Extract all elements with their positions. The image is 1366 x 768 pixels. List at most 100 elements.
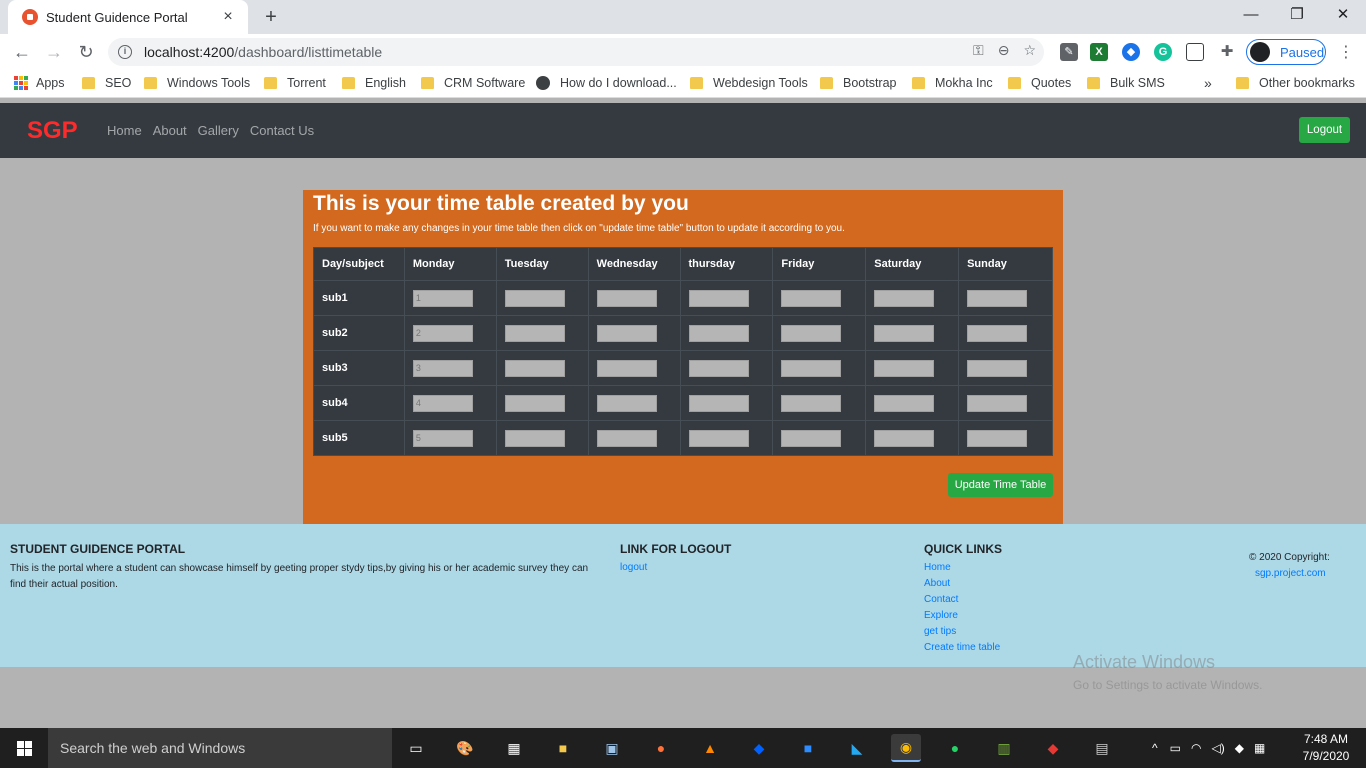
update-time-table-button[interactable]: Update Time Table: [948, 473, 1053, 497]
timetable-input[interactable]: [412, 324, 473, 342]
timetable-input[interactable]: [781, 324, 842, 342]
address-bar[interactable]: i localhost:4200 /dashboard/listtimetabl…: [108, 38, 1044, 66]
wifi-icon[interactable]: ◠: [1191, 741, 1201, 755]
bookmark-folder[interactable]: Quotes: [1008, 76, 1071, 90]
nav-link-contact[interactable]: Contact Us: [250, 123, 314, 138]
timetable-input[interactable]: [967, 429, 1028, 447]
screenshot-extension-icon[interactable]: [1186, 43, 1204, 61]
vscode-icon[interactable]: ◣: [842, 734, 872, 762]
other-bookmarks-folder[interactable]: Other bookmarks: [1236, 76, 1355, 90]
timetable-input[interactable]: [967, 289, 1028, 307]
grammarly-extension-icon[interactable]: G: [1154, 43, 1172, 61]
timetable-input[interactable]: [874, 324, 935, 342]
timetable-input[interactable]: [504, 429, 565, 447]
new-tab-button[interactable]: +: [258, 4, 284, 30]
timetable-input[interactable]: [781, 289, 842, 307]
dropbox-icon[interactable]: ◆: [744, 734, 774, 762]
bookmark-star-icon[interactable]: ☆: [1023, 42, 1036, 59]
forward-arrow-icon[interactable]: →: [40, 38, 68, 66]
footer-link-explore[interactable]: Explore: [924, 610, 958, 621]
eyedropper-extension-icon[interactable]: ✎: [1060, 43, 1078, 61]
dropbox-tray-icon[interactable]: ◆: [1235, 741, 1244, 755]
timetable-input[interactable]: [596, 429, 657, 447]
footer-link-home[interactable]: Home: [924, 562, 951, 573]
bookmark-folder[interactable]: Bootstrap: [820, 76, 897, 90]
profile-button[interactable]: Paused: [1246, 39, 1326, 65]
bookmark-folder[interactable]: Torrent: [264, 76, 326, 90]
battery-icon[interactable]: ▭: [1170, 741, 1181, 755]
timetable-input[interactable]: [504, 394, 565, 412]
timetable-input[interactable]: [874, 289, 935, 307]
bookmark-folder[interactable]: Bulk SMS: [1087, 76, 1165, 90]
timetable-input[interactable]: [781, 429, 842, 447]
calculator-app-icon[interactable]: ▦: [499, 734, 529, 762]
footer-logout-link[interactable]: logout: [620, 562, 647, 573]
zoom-app-icon[interactable]: ■: [793, 734, 823, 762]
timetable-input[interactable]: [688, 394, 749, 412]
more-bookmarks-icon[interactable]: »: [1204, 75, 1212, 91]
chevron-up-icon[interactable]: ^: [1152, 741, 1158, 755]
footer-link-get-tips[interactable]: get tips: [924, 626, 956, 637]
extensions-puzzle-icon[interactable]: ✚: [1218, 43, 1236, 61]
excel-extension-icon[interactable]: X: [1090, 43, 1108, 61]
restore-window-button[interactable]: ❐: [1274, 0, 1320, 30]
timetable-input[interactable]: [688, 324, 749, 342]
timetable-input[interactable]: [412, 289, 473, 307]
timetable-input[interactable]: [596, 324, 657, 342]
reload-icon[interactable]: ↻: [72, 38, 100, 66]
remote-desktop-icon[interactable]: ▣: [597, 734, 627, 762]
site-info-icon[interactable]: i: [118, 45, 132, 59]
tab-close-icon[interactable]: ×: [218, 8, 238, 26]
terminal-icon[interactable]: ▤: [1087, 734, 1117, 762]
timetable-input[interactable]: [874, 429, 935, 447]
footer-site-link[interactable]: sgp.project.com: [1255, 568, 1326, 579]
system-clock[interactable]: 7:48 AM 7/9/2020: [1296, 731, 1356, 765]
brand-logo[interactable]: SGP: [27, 117, 78, 145]
nav-link-about[interactable]: About: [153, 123, 187, 138]
timetable-input[interactable]: [504, 359, 565, 377]
footer-link-create-time-table[interactable]: Create time table: [924, 642, 1000, 653]
bookmark-folder[interactable]: English: [342, 76, 406, 90]
start-button[interactable]: [0, 728, 48, 768]
browser-menu-icon[interactable]: ⋮: [1338, 42, 1354, 62]
timetable-input[interactable]: [504, 289, 565, 307]
volume-icon[interactable]: ◁): [1211, 741, 1224, 755]
footer-link-contact[interactable]: Contact: [924, 594, 958, 605]
timetable-input[interactable]: [596, 289, 657, 307]
diamond-extension-icon[interactable]: ◆: [1122, 43, 1140, 61]
close-window-button[interactable]: ✕: [1320, 0, 1366, 30]
keyboard-icon[interactable]: ▦: [1254, 741, 1265, 755]
bookmark-folder[interactable]: Mokha Inc: [912, 76, 993, 90]
back-arrow-icon[interactable]: ←: [8, 38, 36, 66]
timetable-input[interactable]: [874, 359, 935, 377]
timetable-input[interactable]: [967, 359, 1028, 377]
timetable-input[interactable]: [412, 394, 473, 412]
timetable-input[interactable]: [967, 394, 1028, 412]
timetable-input[interactable]: [412, 359, 473, 377]
key-icon[interactable]: ⚿: [973, 42, 984, 59]
minimize-window-button[interactable]: —: [1228, 0, 1274, 30]
timetable-input[interactable]: [596, 359, 657, 377]
bookmark-folder[interactable]: CRM Software: [421, 76, 525, 90]
whatsapp-icon[interactable]: ●: [940, 734, 970, 762]
timetable-input[interactable]: [688, 359, 749, 377]
timetable-input[interactable]: [967, 324, 1028, 342]
task-view-icon[interactable]: ▭: [401, 734, 431, 762]
timetable-input[interactable]: [688, 289, 749, 307]
timetable-input[interactable]: [596, 394, 657, 412]
timetable-input[interactable]: [412, 429, 473, 447]
timetable-input[interactable]: [781, 394, 842, 412]
chart-app-icon[interactable]: ▥: [989, 734, 1019, 762]
footer-link-about[interactable]: About: [924, 578, 950, 589]
zoom-icon[interactable]: ⊖: [998, 42, 1010, 59]
timetable-input[interactable]: [504, 324, 565, 342]
browser-tab[interactable]: Student Guidence Portal ×: [8, 0, 248, 34]
taskbar-search-box[interactable]: Search the web and Windows: [48, 728, 392, 768]
vlc-icon[interactable]: ▲: [695, 734, 725, 762]
file-explorer-icon[interactable]: ■: [548, 734, 578, 762]
timetable-input[interactable]: [781, 359, 842, 377]
paint-app-icon[interactable]: 🎨: [450, 734, 480, 762]
timetable-input[interactable]: [688, 429, 749, 447]
nav-link-home[interactable]: Home: [107, 123, 142, 138]
chrome-icon[interactable]: ◉: [891, 734, 921, 762]
